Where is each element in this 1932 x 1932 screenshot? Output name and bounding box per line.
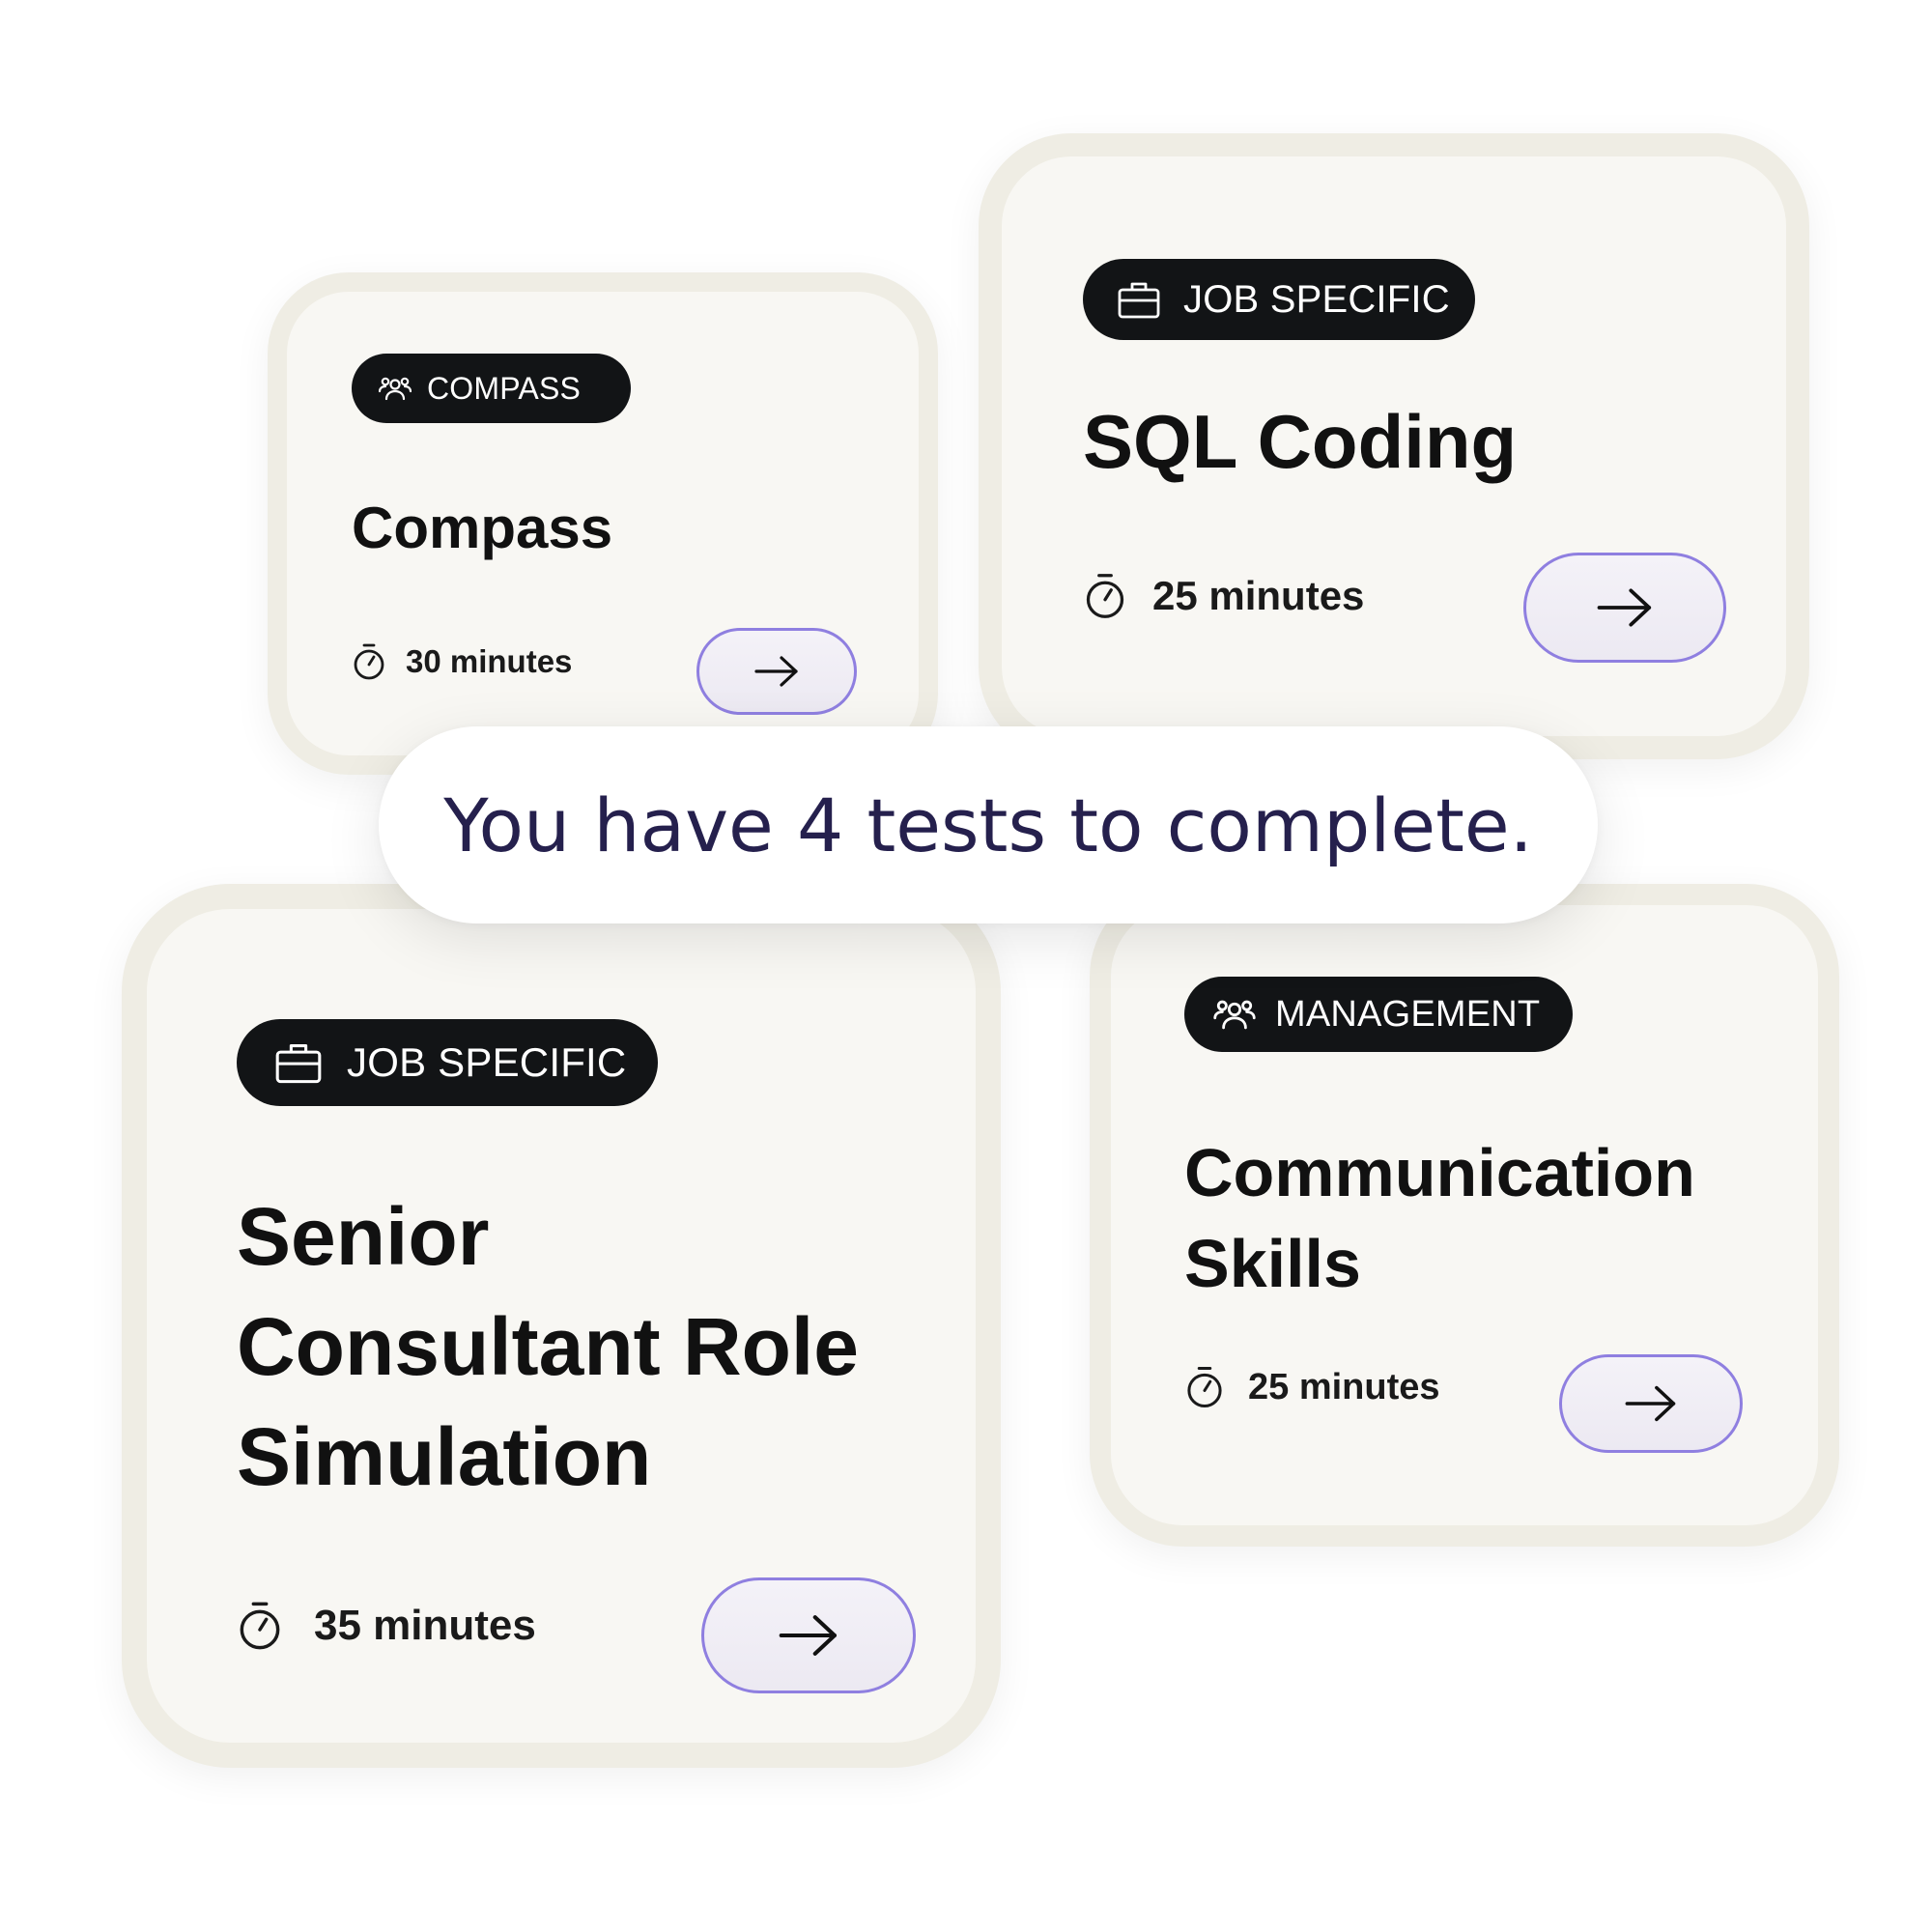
test-duration: 30 minutes xyxy=(352,642,572,681)
test-title: SQL Coding xyxy=(1083,399,1518,484)
category-badge: JOB SPECIFIC xyxy=(1083,259,1475,340)
badge-label: JOB SPECIFIC xyxy=(347,1039,627,1085)
test-duration: 25 minutes xyxy=(1184,1365,1440,1409)
test-card-compass: COMPASS Compass 30 minutes xyxy=(268,272,938,775)
title-line: Communication xyxy=(1184,1135,1695,1210)
start-test-button[interactable] xyxy=(1523,553,1726,663)
stopwatch-icon xyxy=(237,1600,283,1652)
briefcase-icon xyxy=(1118,280,1160,319)
test-card-communication-skills: MANAGEMENT Communication Skills 25 minut… xyxy=(1090,884,1839,1547)
badge-label: JOB SPECIFIC xyxy=(1183,277,1450,321)
category-badge: MANAGEMENT xyxy=(1184,977,1573,1052)
people-icon xyxy=(379,374,412,403)
stopwatch-icon xyxy=(352,642,386,681)
test-title: Compass xyxy=(352,496,613,560)
start-test-button[interactable] xyxy=(1559,1354,1743,1453)
tests-remaining-banner: You have 4 tests to complete. xyxy=(379,726,1598,923)
title-line: Skills xyxy=(1184,1226,1361,1301)
duration-label: 35 minutes xyxy=(314,1602,536,1649)
people-icon xyxy=(1213,996,1256,1033)
title-line: Consultant Role xyxy=(237,1301,859,1392)
arrow-right-icon xyxy=(779,1613,838,1658)
briefcase-icon xyxy=(275,1041,322,1084)
start-test-button[interactable] xyxy=(696,628,857,715)
title-line: Simulation xyxy=(237,1411,652,1502)
stopwatch-icon xyxy=(1083,572,1127,620)
tests-remaining-text: You have 4 tests to complete. xyxy=(443,781,1533,868)
test-title: Senior Consultant Role Simulation xyxy=(237,1181,859,1512)
category-badge: JOB SPECIFIC xyxy=(237,1019,658,1106)
start-test-button[interactable] xyxy=(701,1577,916,1693)
test-card-sql-coding: JOB SPECIFIC SQL Coding 25 minutes xyxy=(979,133,1809,759)
arrow-right-icon xyxy=(754,655,799,688)
badge-label: COMPASS xyxy=(427,370,582,406)
arrow-right-icon xyxy=(1625,1384,1677,1423)
arrow-right-icon xyxy=(1597,586,1653,629)
test-card-senior-consultant: JOB SPECIFIC Senior Consultant Role Simu… xyxy=(122,884,1001,1768)
test-duration: 35 minutes xyxy=(237,1600,536,1652)
category-badge: COMPASS xyxy=(352,354,631,423)
test-title: Communication Skills xyxy=(1184,1127,1695,1309)
duration-label: 30 minutes xyxy=(406,643,573,679)
duration-label: 25 minutes xyxy=(1248,1366,1440,1407)
badge-label: MANAGEMENT xyxy=(1275,993,1541,1035)
duration-label: 25 minutes xyxy=(1152,573,1365,618)
test-duration: 25 minutes xyxy=(1083,572,1364,620)
stopwatch-icon xyxy=(1184,1365,1225,1409)
title-line: Senior xyxy=(237,1191,490,1282)
